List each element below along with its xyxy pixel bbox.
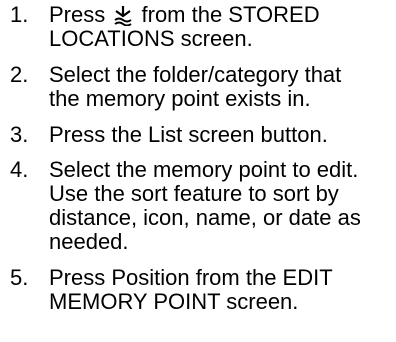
step-text-line: Press the List screen button.	[49, 122, 328, 147]
step-text-line: LOCATIONS screen.	[49, 26, 253, 51]
step-text-line: Use the sort feature to sort by	[49, 181, 339, 206]
step-text-line: Select the folder/category that	[49, 62, 342, 87]
step-number: 2.	[10, 62, 29, 87]
instruction-steps: 1. Press from the STORED LOCATIONS scree…	[0, 0, 396, 342]
step-text-line: MEMORY POINT screen.	[49, 289, 299, 314]
mark-waypoint-icon	[112, 4, 134, 27]
step-text-line: needed.	[49, 229, 129, 254]
step-number: 1.	[10, 2, 29, 27]
step-text-line: Press from the STORED	[49, 3, 320, 27]
step-number: 5.	[10, 265, 29, 290]
step-number: 3.	[10, 122, 29, 147]
step-text-line: distance, icon, name, or date as	[49, 205, 361, 230]
step-text-line: Press Position from the EDIT	[49, 265, 333, 290]
step-text-line: Select the memory point to edit.	[49, 157, 359, 182]
step-text: from the STORED	[141, 2, 320, 27]
step-number: 4.	[10, 157, 29, 182]
step-text: Press	[49, 2, 106, 27]
step-text-line: the memory point exists in.	[49, 86, 311, 111]
